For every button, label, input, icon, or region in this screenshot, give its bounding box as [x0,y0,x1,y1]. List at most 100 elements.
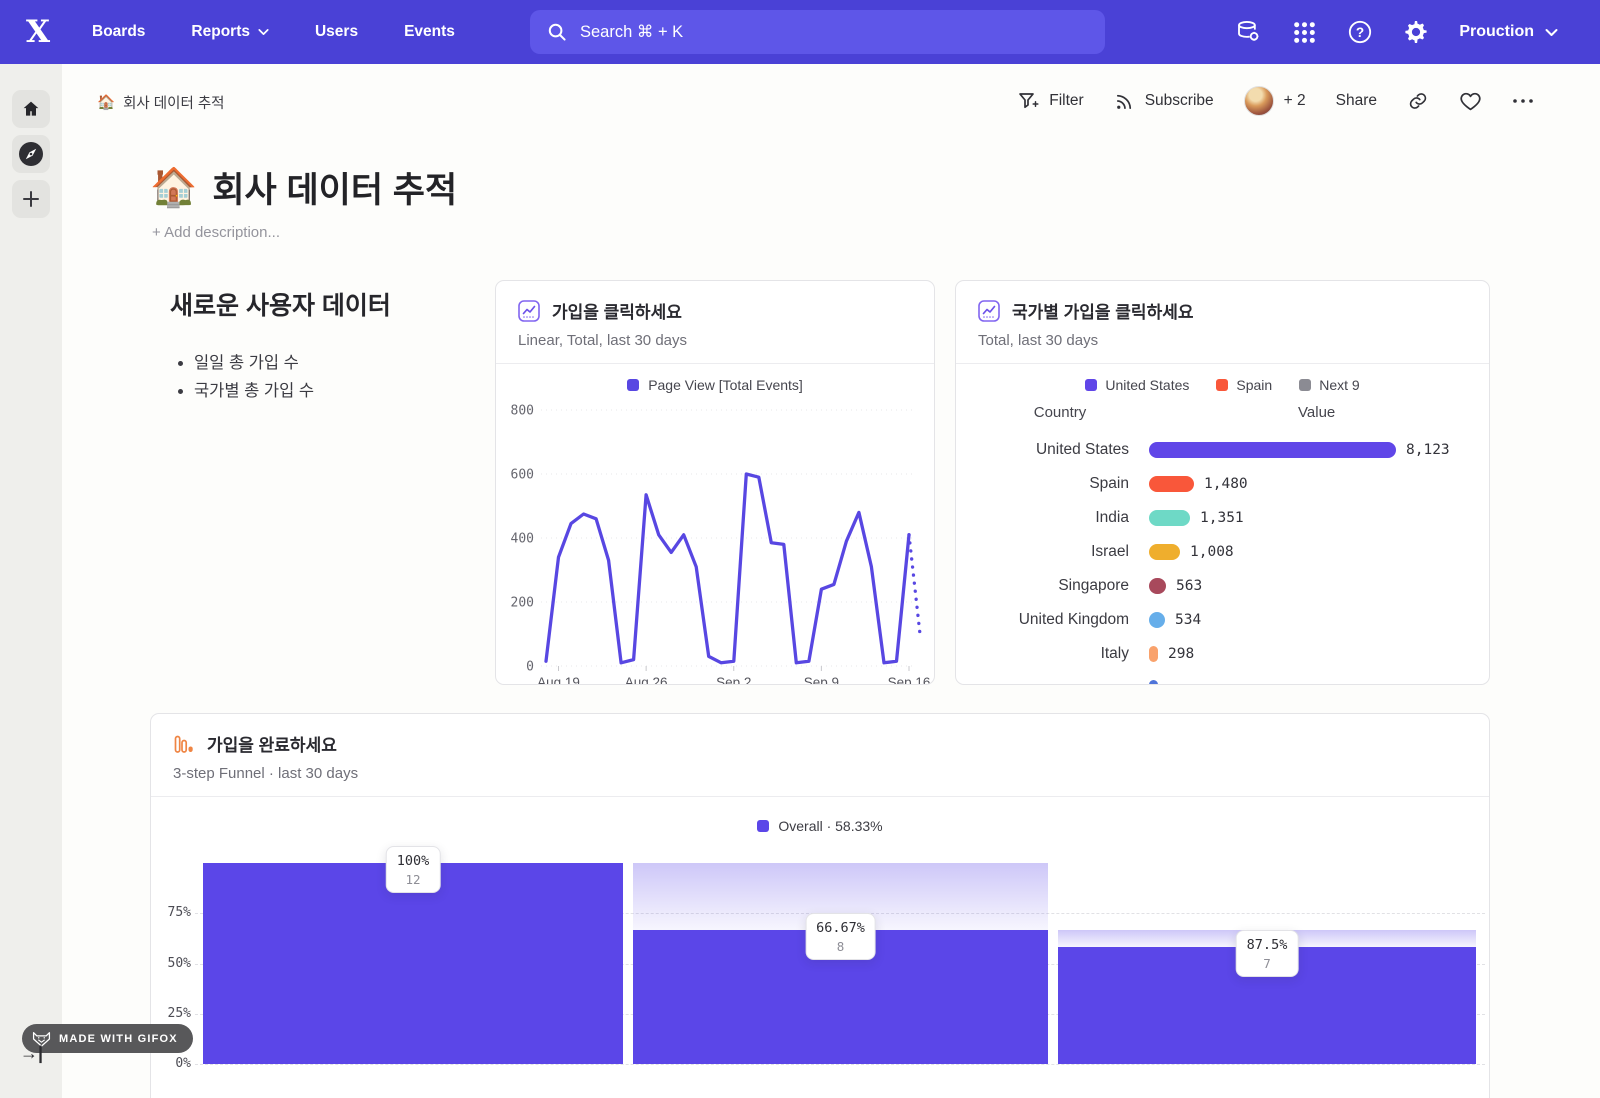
bar-list-row[interactable] [956,671,1489,685]
y-axis-label: 25% [151,1006,191,1021]
chevron-down-icon [258,28,269,36]
row-value: 8,123 [1406,442,1450,458]
legend-item[interactable]: United States [1085,377,1189,393]
line-chart-legend: Page View [Total Events] [496,377,934,393]
discover-button[interactable] [12,135,50,173]
filter-funnel-icon [1017,90,1039,112]
rss-icon [1114,91,1135,112]
funnel-tooltip: 87.5%7 [1236,930,1299,977]
plus-icon [22,190,40,208]
nav-item-users[interactable]: Users [315,23,358,41]
add-board-button[interactable] [12,180,50,218]
funnel-step-3[interactable]: 87.5%7 [1058,863,1476,1064]
settings-gear-icon[interactable] [1403,19,1429,45]
help-icon[interactable]: ? [1347,19,1373,45]
gridline [195,1064,1485,1065]
funnel-tooltip: 66.67%8 [805,913,876,960]
copy-link-button[interactable] [1407,90,1429,112]
search-input[interactable]: Search ⌘ + K [530,10,1105,54]
home-button[interactable] [12,90,50,128]
bar-list-row[interactable]: Italy298 [956,637,1489,671]
bar-list-columns: Country Value [956,404,1489,424]
line-chart-icon [978,300,1000,322]
nav-item-label: Boards [92,23,145,41]
page-title-emoji: 🏠 [150,166,197,210]
main-content: 🏠 회사 데이터 추적 Filter Subscribe + 2 Share 🏠 [62,64,1600,1098]
svg-text:0: 0 [526,660,534,675]
ellipsis-icon [1512,98,1534,104]
svg-text:800: 800 [511,404,534,419]
bar-chart-legend: United States Spain Next 9 [956,377,1489,393]
row-country-label: Italy [956,645,1149,663]
bar-list-row[interactable]: Singapore563 [956,569,1489,603]
skip-to-content-glyph[interactable]: →| [20,1043,43,1064]
legend-label: United States [1105,377,1189,393]
subscribe-label: Subscribe [1145,92,1214,110]
row-value: 1,480 [1204,476,1248,492]
y-axis-label: 75% [151,905,191,920]
legend-item[interactable]: Next 9 [1299,377,1359,393]
row-country-label: Singapore [956,577,1149,595]
favorite-button[interactable] [1459,90,1482,113]
nav-item-events[interactable]: Events [404,23,455,41]
tooltip-count: 12 [397,872,430,887]
filter-button[interactable]: Filter [1017,90,1083,112]
apps-grid-icon[interactable] [1291,19,1317,45]
link-icon [1407,90,1429,112]
more-options-button[interactable] [1512,98,1534,104]
share-button[interactable]: Share [1336,92,1377,110]
tooltip-conversion: 87.5% [1247,937,1288,953]
svg-text:Sep 2: Sep 2 [716,675,751,685]
mixpanel-logo[interactable]: X [20,14,56,50]
nav-item-reports[interactable]: Reports [191,23,269,41]
row-bar [1149,578,1166,594]
subscribe-button[interactable]: Subscribe [1114,91,1214,112]
svg-text:Aug 26: Aug 26 [625,675,668,685]
data-management-icon[interactable] [1235,19,1261,45]
bar-list-row[interactable]: United Kingdom534 [956,603,1489,637]
column-value: Value [1298,404,1335,421]
project-switcher[interactable]: Prouction [1459,23,1558,41]
nav-item-label: Events [404,23,455,41]
y-axis-label: 0% [151,1056,191,1071]
tooltip-conversion: 100% [397,853,430,869]
row-value: 534 [1175,612,1201,628]
text-widget[interactable]: 새로운 사용자 데이터 일일 총 가입 수국가별 총 가입 수 [170,286,510,405]
line-chart-plot[interactable]: 0200400600800Aug 19Aug 26Sep 2Sep 9Sep 1… [496,398,935,685]
nav-item-label: Users [315,23,358,41]
funnel-step-1[interactable]: 100%12 [203,863,623,1064]
text-widget-bullets: 일일 총 가입 수국가별 총 가입 수 [170,349,510,405]
board-actions: Filter Subscribe + 2 Share [1017,86,1534,116]
line-chart-icon [518,300,540,322]
legend-label: Page View [Total Events] [648,377,803,393]
funnel-bar [203,863,623,1064]
topbar-actions: ? Prouction [1235,0,1600,64]
primary-nav: Boards Reports Users Events [92,0,455,64]
nav-item-boards[interactable]: Boards [92,23,145,41]
funnel-step-2[interactable]: 66.67%8 [633,863,1048,1064]
bar-list-row[interactable]: India1,351 [956,501,1489,535]
heart-icon [1459,90,1482,113]
breadcrumb-emoji: 🏠 [97,94,115,111]
add-description-field[interactable]: + Add description... [152,224,280,241]
legend-item[interactable]: Spain [1216,377,1272,393]
row-value: 1,351 [1200,510,1244,526]
bullet-item: 국가별 총 가입 수 [194,377,510,405]
line-chart-card[interactable]: 가입을 클릭하세요 Linear, Total, last 30 days Pa… [495,280,935,685]
breadcrumb[interactable]: 🏠 회사 데이터 추적 [97,92,225,113]
bar-list-row[interactable]: United States8,123 [956,433,1489,467]
chevron-down-icon [1545,28,1558,37]
board-members[interactable]: + 2 [1244,86,1306,116]
svg-text:200: 200 [511,596,534,611]
funnel-plot[interactable]: 100%12 66.67%8 87.5%7 [203,863,1481,1064]
share-label: Share [1336,92,1377,110]
bar-list-row[interactable]: Israel1,008 [956,535,1489,569]
search-placeholder: Search ⌘ + K [580,22,683,42]
bar-list-row[interactable]: Spain1,480 [956,467,1489,501]
gifox-badge[interactable]: MADE WITH GIFOX [22,1024,193,1053]
page-title-text: 회사 데이터 추적 [212,162,457,213]
bar-chart-card[interactable]: 국가별 가입을 클릭하세요 Total, last 30 days United… [955,280,1490,685]
row-bar [1149,442,1396,458]
legend-swatch [1299,379,1311,391]
funnel-chart-card[interactable]: 가입을 완료하세요 3-step Funnel · last 30 days O… [150,713,1490,1098]
